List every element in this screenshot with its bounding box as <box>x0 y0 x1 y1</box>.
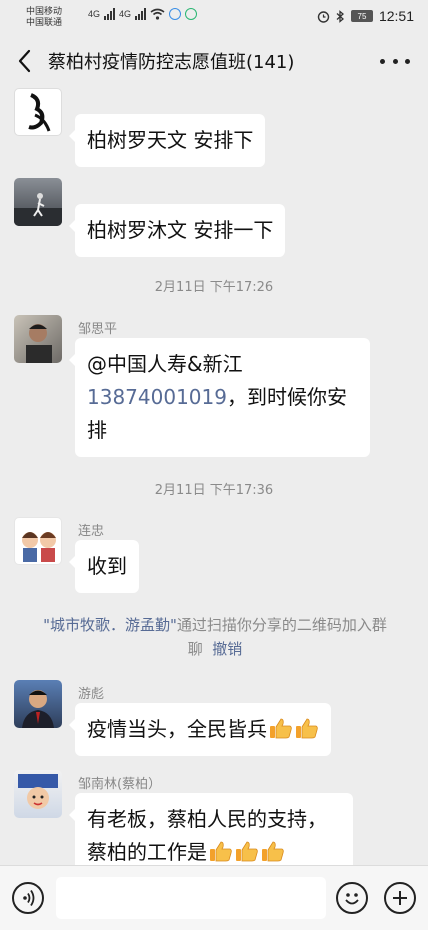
more-dots-icon <box>380 58 385 64</box>
system-message-text: 通过扫描你分享的二维码加入群聊 <box>176 616 387 658</box>
more-button[interactable] <box>380 48 410 74</box>
message-text: 排 <box>87 418 107 442</box>
thumbs-up-emoji <box>210 841 232 862</box>
message-text: 收到 <box>87 554 127 578</box>
emoji-icon <box>345 893 359 905</box>
chat-header: 蔡柏村疫情防控志愿值班(141) <box>0 34 428 88</box>
thumbs-up-emoji <box>296 718 318 739</box>
thumbs-up-emoji <box>270 718 292 739</box>
message-text: 柏树罗沐文 安排一下 <box>87 218 274 242</box>
message-text: @中国人寿&新江 <box>87 352 243 376</box>
avatar[interactable] <box>14 517 62 565</box>
timestamp: 2月11日 下午17:26 <box>154 280 274 295</box>
chevron-left-icon <box>18 49 31 73</box>
message-text: 柏树罗天文 安排下 <box>87 128 254 152</box>
sender-name: 邹思平 <box>78 322 118 337</box>
avatar[interactable] <box>14 88 62 136</box>
signal-icon-2 <box>135 8 147 20</box>
status-right: 75 12:51 <box>317 8 414 24</box>
avatar[interactable] <box>14 680 62 728</box>
message-text: 有老板，蔡柏人民的支持， <box>87 807 327 831</box>
message-bubble[interactable]: 柏树罗沐文 安排一下 <box>68 204 286 257</box>
message-input[interactable] <box>56 877 326 919</box>
message-bubble[interactable]: 收到 <box>69 540 139 593</box>
timestamp: 2月11日 下午17:36 <box>154 483 274 498</box>
avatar[interactable] <box>14 315 62 363</box>
voice-button[interactable] <box>12 882 44 914</box>
system-message: "城市牧歌．游孟勤"通过扫描你分享的二维码加入群聊 撤销 <box>40 613 390 661</box>
message-list[interactable]: 柏树罗天文 安排下 柏树罗沐文 安排一下 2月11日 下午17:26 邹思平 @… <box>0 88 428 865</box>
sender-name: 邹南林(蔡柏） <box>78 777 162 792</box>
status-bar: 中国移动 中国联通 4G 4G 75 12:51 <box>0 0 428 34</box>
network-type-2: 4G <box>119 9 132 19</box>
revoke-link[interactable]: 撤销 <box>212 640 242 658</box>
message-bubble[interactable]: 柏树罗天文 安排下 <box>68 114 266 167</box>
network-type-1: 4G <box>88 9 101 19</box>
message-text: 蔡柏的工作是 <box>87 840 207 864</box>
signal-icon <box>104 8 116 20</box>
back-button[interactable] <box>14 48 38 74</box>
thumbs-up-emoji <box>262 841 284 862</box>
network-indicators: 4G 4G <box>88 8 198 20</box>
message-bubble[interactable]: 疫情当头，全民皆兵 <box>69 703 331 756</box>
thumbs-up-emoji <box>236 841 258 862</box>
app-notification-icon <box>169 8 182 20</box>
message-text: ，到时候你安 <box>226 385 347 409</box>
avatar[interactable] <box>14 770 62 818</box>
input-bar <box>0 865 428 930</box>
bluetooth-icon <box>336 9 344 23</box>
phone-link[interactable]: 13874001019 <box>87 385 227 409</box>
carrier-1: 中国移动 <box>26 6 63 16</box>
message-bubble[interactable]: 有老板，蔡柏人民的支持， 蔡柏的工作是 <box>69 793 353 865</box>
app-notification-icon-2 <box>185 8 198 20</box>
more-functions-button[interactable] <box>384 882 416 914</box>
sender-name: 游彪 <box>78 687 105 702</box>
system-message-names[interactable]: "城市牧歌．游孟勤" <box>43 616 177 634</box>
plus-icon <box>393 891 407 905</box>
clock: 12:51 <box>378 8 414 24</box>
emoji-button[interactable] <box>336 882 368 914</box>
carrier-names: 中国移动 中国联通 <box>26 6 62 28</box>
alarm-icon <box>317 10 330 23</box>
avatar[interactable] <box>14 178 62 226</box>
carrier-2: 中国联通 <box>26 17 63 27</box>
message-text: 疫情当头，全民皆兵 <box>87 717 267 741</box>
message-bubble[interactable]: @中国人寿&新江 13874001019，到时候你安 排 <box>69 338 370 457</box>
voice-icon <box>23 890 35 906</box>
battery-icon: 75 <box>350 10 373 22</box>
sender-name: 连忠 <box>78 524 105 539</box>
chat-title: 蔡柏村疫情防控志愿值班(141) <box>48 52 295 73</box>
wifi-icon <box>150 8 165 20</box>
